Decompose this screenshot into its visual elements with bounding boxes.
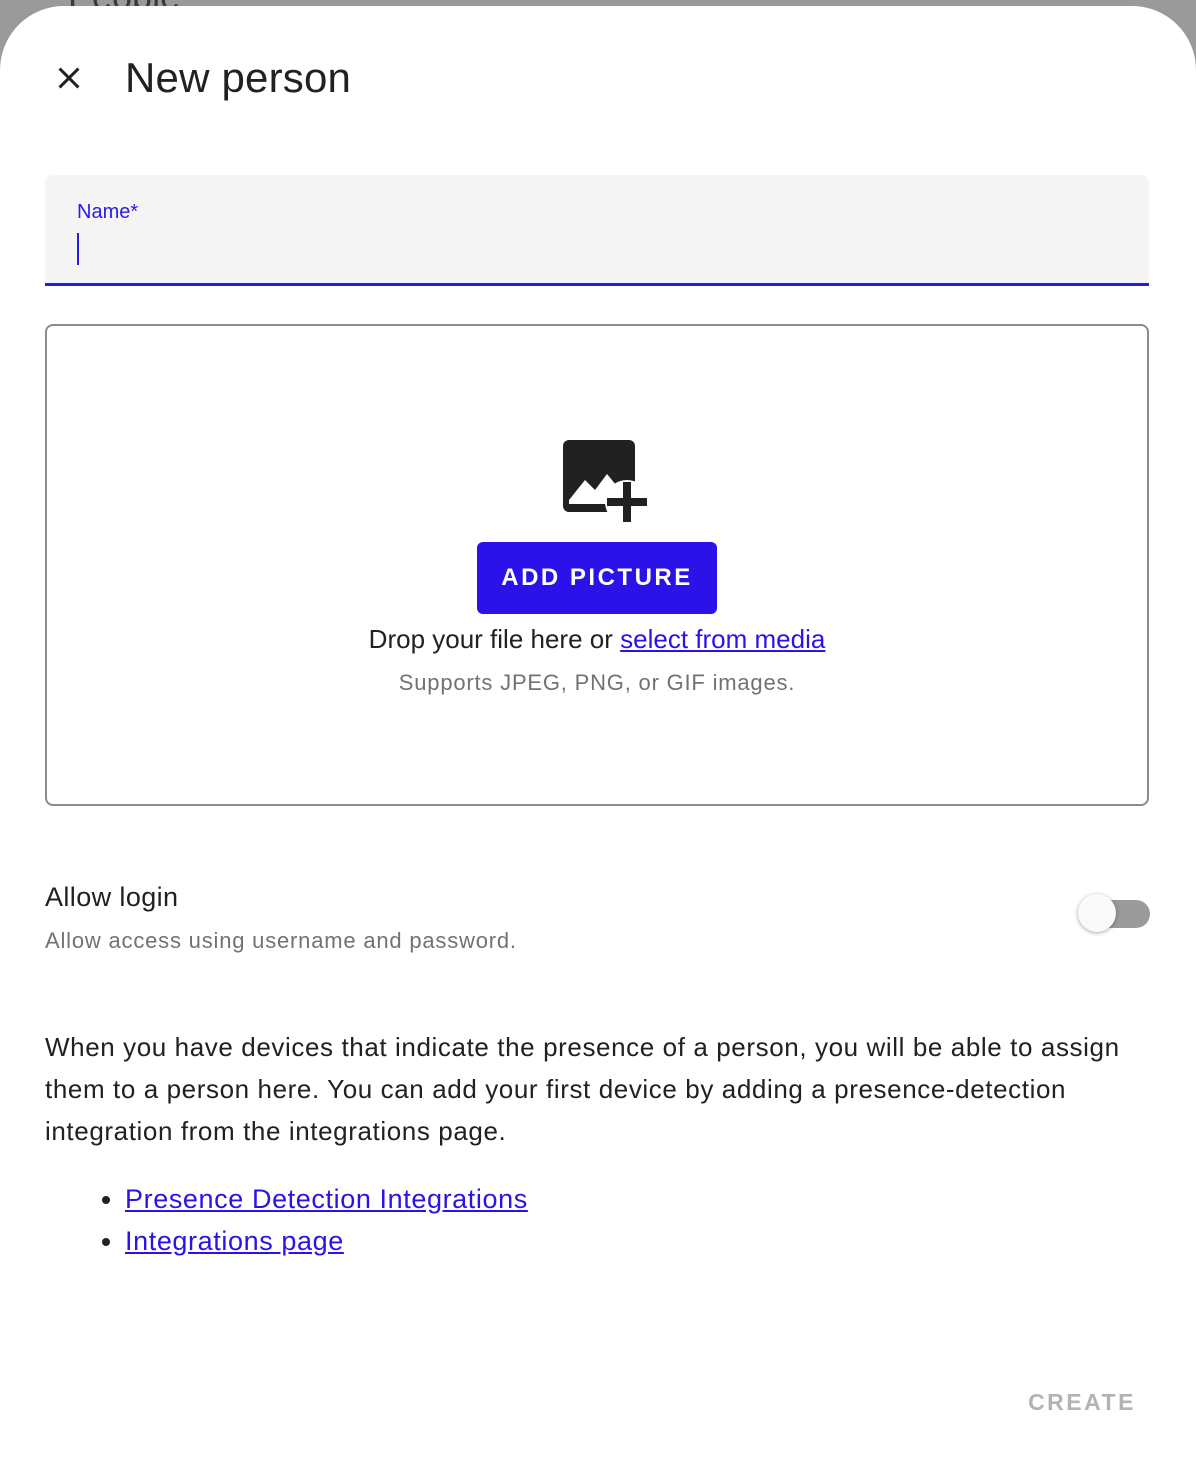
drop-file-text: Drop your file here or select from media [47, 624, 1147, 655]
text-caret [77, 233, 79, 265]
dialog-title: New person [125, 54, 352, 101]
name-input[interactable] [77, 231, 1117, 267]
add-picture-button[interactable]: ADD PICTURE [477, 542, 717, 614]
allow-login-description: Allow access using username and password… [45, 928, 517, 953]
presence-detection-integrations-link[interactable]: Presence Detection Integrations [125, 1184, 528, 1214]
name-field[interactable]: Name* [45, 175, 1149, 286]
picture-drop-zone[interactable]: ADD PICTURE Drop your file here or selec… [45, 324, 1149, 806]
allow-login-title: Allow login [45, 882, 179, 912]
list-item: Presence Detection Integrations [125, 1178, 528, 1220]
integration-links-list: Presence Detection Integrations Integrat… [45, 1178, 528, 1262]
toggle-knob [1078, 894, 1116, 932]
image-plus-icon [563, 440, 649, 524]
new-person-dialog: New person Name* ADD PICTURE Drop your f… [0, 6, 1196, 1466]
create-button[interactable]: CREATE [1012, 1378, 1152, 1426]
drop-file-prompt: Drop your file here or [368, 624, 613, 654]
integrations-page-link[interactable]: Integrations page [125, 1226, 344, 1256]
supported-formats-text: Supports JPEG, PNG, or GIF images. [398, 670, 796, 695]
list-item: Integrations page [125, 1220, 528, 1262]
close-icon [58, 67, 80, 89]
dialog-header: New person [45, 48, 351, 108]
name-field-label: Name* [77, 201, 139, 223]
presence-info-text: When you have devices that indicate the … [45, 1032, 1120, 1146]
allow-login-toggle[interactable] [1076, 892, 1150, 936]
select-from-media-link[interactable]: select from media [620, 624, 825, 654]
close-button[interactable] [45, 54, 93, 102]
